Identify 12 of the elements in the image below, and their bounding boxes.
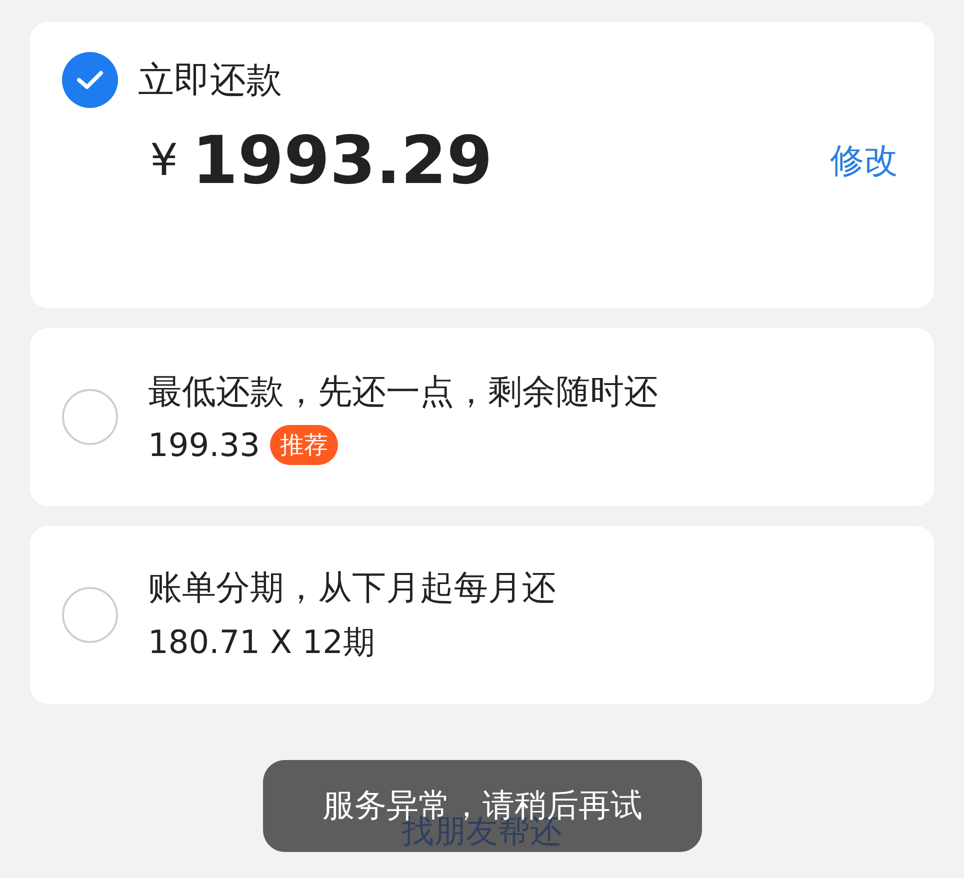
currency-symbol: ¥ (150, 135, 178, 186)
edit-link[interactable]: 修改 (830, 138, 898, 184)
option-title: 最低还款，先还一点，剩余随时还 (148, 371, 658, 414)
option-card[interactable]: 最低还款，先还一点，剩余随时还 199.33 推荐 (30, 328, 934, 506)
option-amount: 180.71 X 12期 (148, 622, 375, 663)
option-label: 立即还款 (138, 58, 282, 102)
option-title: 账单分期，从下月起每月还 (148, 567, 556, 610)
option-card[interactable]: 账单分期，从下月起每月还 180.71 X 12期 (30, 526, 934, 704)
check-icon (76, 69, 104, 91)
option-amount: 199.33 (148, 426, 260, 464)
amount-value: 1993.29 (192, 122, 493, 199)
recommend-badge: 推荐 (270, 425, 338, 465)
